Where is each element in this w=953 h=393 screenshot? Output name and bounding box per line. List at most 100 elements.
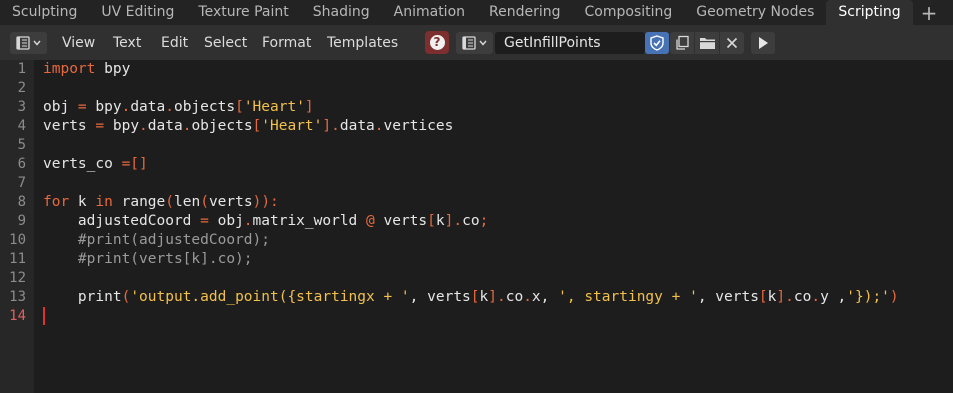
open-text-button[interactable]: [695, 32, 719, 54]
menu-templates[interactable]: Templates: [327, 32, 398, 54]
code-token: .: [243, 213, 253, 229]
code-token: .: [121, 99, 131, 115]
code-line: 11 #print(verts[k].co);: [0, 250, 953, 269]
code-token: #print(adjustedCoord);: [43, 232, 270, 248]
code-token: bpy: [86, 99, 122, 115]
code-token: y ,: [820, 289, 847, 305]
line-number: 7: [17, 175, 26, 191]
code-token: x,: [531, 289, 559, 305]
line-number: 9: [17, 213, 26, 229]
fake-user-toggle[interactable]: [645, 32, 669, 54]
line-code: for k in range(len(verts)):: [43, 193, 279, 212]
code-token: [: [470, 289, 480, 305]
line-code: adjustedCoord = obj.matrix_world @ verts…: [43, 212, 488, 231]
line-number: 13: [9, 289, 26, 305]
tab-uv-editing[interactable]: UV Editing: [89, 0, 186, 25]
code-editor[interactable]: 1 import bpy 2 3 obj = bpy.data.objects['Hea…: [0, 60, 953, 393]
code-token: ', startingy + ': [558, 289, 698, 305]
chevron-down-icon: [479, 40, 487, 46]
code-token: obj: [43, 99, 78, 115]
menu-text[interactable]: Text: [113, 32, 141, 54]
text-name-field[interactable]: GetInfillPoints: [495, 32, 645, 54]
code-token: =[]: [121, 156, 148, 172]
menu-select[interactable]: Select: [204, 32, 247, 54]
text-browse-icon: [462, 36, 476, 50]
code-token: obj: [208, 213, 244, 229]
text-cursor: [43, 307, 45, 325]
line-number: 8: [17, 194, 26, 210]
menu-format[interactable]: Format: [262, 32, 311, 54]
menu-view[interactable]: View: [62, 32, 95, 54]
code-line: 2: [0, 79, 953, 98]
run-script-button[interactable]: [751, 32, 775, 54]
text-editor-icon: [16, 36, 30, 50]
code-line: 10 #print(adjustedCoord);: [0, 231, 953, 250]
code-token: [: [758, 289, 768, 305]
code-token: data: [147, 118, 183, 134]
code-token: verts: [374, 213, 428, 229]
tab-sculpting[interactable]: Sculpting: [0, 0, 89, 25]
code-token: )):: [252, 194, 279, 210]
tab-shading[interactable]: Shading: [301, 0, 382, 25]
tab-rendering[interactable]: Rendering: [477, 0, 573, 25]
code-token: ].: [488, 289, 506, 305]
tab-animation[interactable]: Animation: [382, 0, 477, 25]
code-token: ].: [444, 213, 463, 229]
unlink-text-button[interactable]: [720, 32, 744, 54]
browse-text-dropdown[interactable]: [456, 32, 493, 54]
add-workspace-button[interactable]: +: [913, 1, 946, 25]
editor-type-dropdown[interactable]: [10, 32, 47, 54]
code-token: =: [200, 213, 209, 229]
code-token: =: [77, 99, 87, 115]
code-token: @: [366, 213, 375, 229]
line-code: obj = bpy.data.objects['Heart']: [43, 98, 314, 117]
code-token: .: [523, 289, 532, 305]
workspace-tab-bar: Sculpting UV Editing Texture Paint Shadi…: [0, 0, 953, 25]
code-token: data: [130, 99, 166, 115]
code-token: ): [889, 289, 899, 305]
new-text-button[interactable]: [670, 32, 694, 54]
line-number: 11: [9, 251, 26, 267]
code-token: print: [43, 289, 122, 305]
code-token: len: [174, 194, 201, 210]
code-token: objects: [173, 99, 236, 115]
code-token: k: [69, 194, 96, 210]
code-line: 13 print('output.add_point({startingx + …: [0, 288, 953, 307]
code-token: k: [435, 213, 445, 229]
code-token: co: [793, 289, 812, 305]
code-token: ]: [322, 118, 332, 134]
tab-compositing[interactable]: Compositing: [573, 0, 685, 25]
tab-geometry-nodes[interactable]: Geometry Nodes: [684, 0, 826, 25]
tab-texture-paint[interactable]: Texture Paint: [186, 0, 300, 25]
line-number: 2: [17, 80, 26, 96]
code-token: objects: [191, 118, 253, 134]
code-token: for: [43, 194, 70, 210]
code-line: 9 adjustedCoord = obj.matrix_world @ ver…: [0, 212, 953, 231]
line-code: #print(verts[k].co);: [43, 250, 253, 269]
code-token: 'Heart': [261, 118, 323, 134]
tab-scripting[interactable]: Scripting: [826, 0, 913, 25]
code-token: 'Heart': [243, 99, 305, 115]
folder-icon: [699, 36, 716, 50]
help-button[interactable]: ?: [425, 31, 449, 54]
code-token: .: [374, 118, 384, 134]
code-line: 1 import bpy: [0, 60, 953, 79]
code-token: range: [112, 194, 166, 210]
line-number: 10: [9, 232, 26, 248]
code-token: matrix_world: [252, 213, 367, 229]
duplicate-icon: [674, 35, 690, 51]
shield-check-icon: [649, 35, 665, 51]
chevron-down-icon: [33, 40, 41, 46]
code-token: ]: [304, 99, 314, 115]
line-number: 5: [17, 137, 26, 153]
close-icon: [726, 37, 738, 49]
code-token: in: [95, 194, 113, 210]
code-line: 12: [0, 269, 953, 288]
code-line: 6 verts_co =[]: [0, 155, 953, 174]
menu-edit[interactable]: Edit: [161, 32, 188, 54]
code-line: 7: [0, 174, 953, 193]
line-number: 6: [17, 156, 26, 172]
question-icon: ?: [429, 35, 445, 50]
code-token: co: [462, 213, 480, 229]
code-token: 'output.add_point({startingx + ': [130, 289, 410, 305]
